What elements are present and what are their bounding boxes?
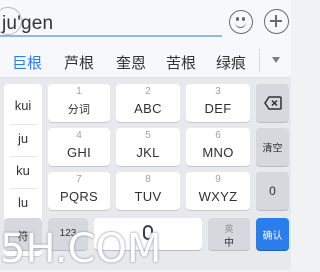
confirm-key[interactable]: 确认 bbox=[256, 218, 289, 250]
expand-candidates-icon[interactable] bbox=[259, 49, 291, 73]
candidate-1[interactable]: 巨根 bbox=[12, 52, 42, 73]
candidate-4[interactable]: 苦根 bbox=[166, 52, 196, 73]
emoji-icon[interactable] bbox=[229, 10, 253, 34]
key-5[interactable]: 5 JKL bbox=[116, 128, 180, 166]
key-6[interactable]: 6 MNO bbox=[186, 128, 250, 166]
language-switch-key[interactable]: 英 中 bbox=[208, 218, 250, 250]
composition-text: ju'gen bbox=[2, 13, 54, 34]
key-4[interactable]: 4 GHI bbox=[48, 128, 110, 166]
backspace-key[interactable] bbox=[256, 84, 289, 122]
microphone-icon bbox=[143, 225, 153, 240]
zero-key[interactable]: 0 bbox=[256, 172, 289, 210]
keyboard: kui ju ku lu 1 分词 2 ABC 3 DEF 4 GHI 5 JK… bbox=[0, 78, 291, 270]
key-2[interactable]: 2 ABC bbox=[116, 84, 180, 122]
key-1[interactable]: 1 分词 bbox=[48, 84, 110, 122]
clear-key[interactable]: 清空 bbox=[256, 128, 289, 166]
numbers-key[interactable]: 123 bbox=[48, 218, 88, 250]
pinyin-option[interactable]: ku bbox=[4, 163, 42, 178]
key-9[interactable]: 9 WXYZ bbox=[186, 172, 250, 210]
key-8[interactable]: 8 TUV bbox=[116, 172, 180, 210]
candidate-2[interactable]: 芦根 bbox=[64, 52, 94, 73]
plus-icon[interactable] bbox=[264, 9, 289, 34]
pinyin-option[interactable]: kui bbox=[4, 98, 42, 113]
pinyin-option[interactable]: lu bbox=[4, 195, 42, 210]
candidate-3[interactable]: 奎恩 bbox=[116, 52, 146, 73]
space-key[interactable] bbox=[94, 218, 202, 250]
key-3[interactable]: 3 DEF bbox=[186, 84, 250, 122]
candidate-bar: 巨根 芦根 奎恩 苦根 绿痕 bbox=[0, 44, 291, 78]
candidate-5[interactable]: 绿痕 bbox=[216, 52, 246, 73]
backspace-icon bbox=[264, 96, 282, 110]
key-7[interactable]: 7 PQRS bbox=[48, 172, 110, 210]
pinyin-option[interactable]: ju bbox=[4, 131, 42, 146]
composition-underline bbox=[0, 35, 222, 37]
symbol-key[interactable]: 符 bbox=[4, 218, 42, 250]
composition-bar: ju'gen bbox=[0, 0, 291, 44]
